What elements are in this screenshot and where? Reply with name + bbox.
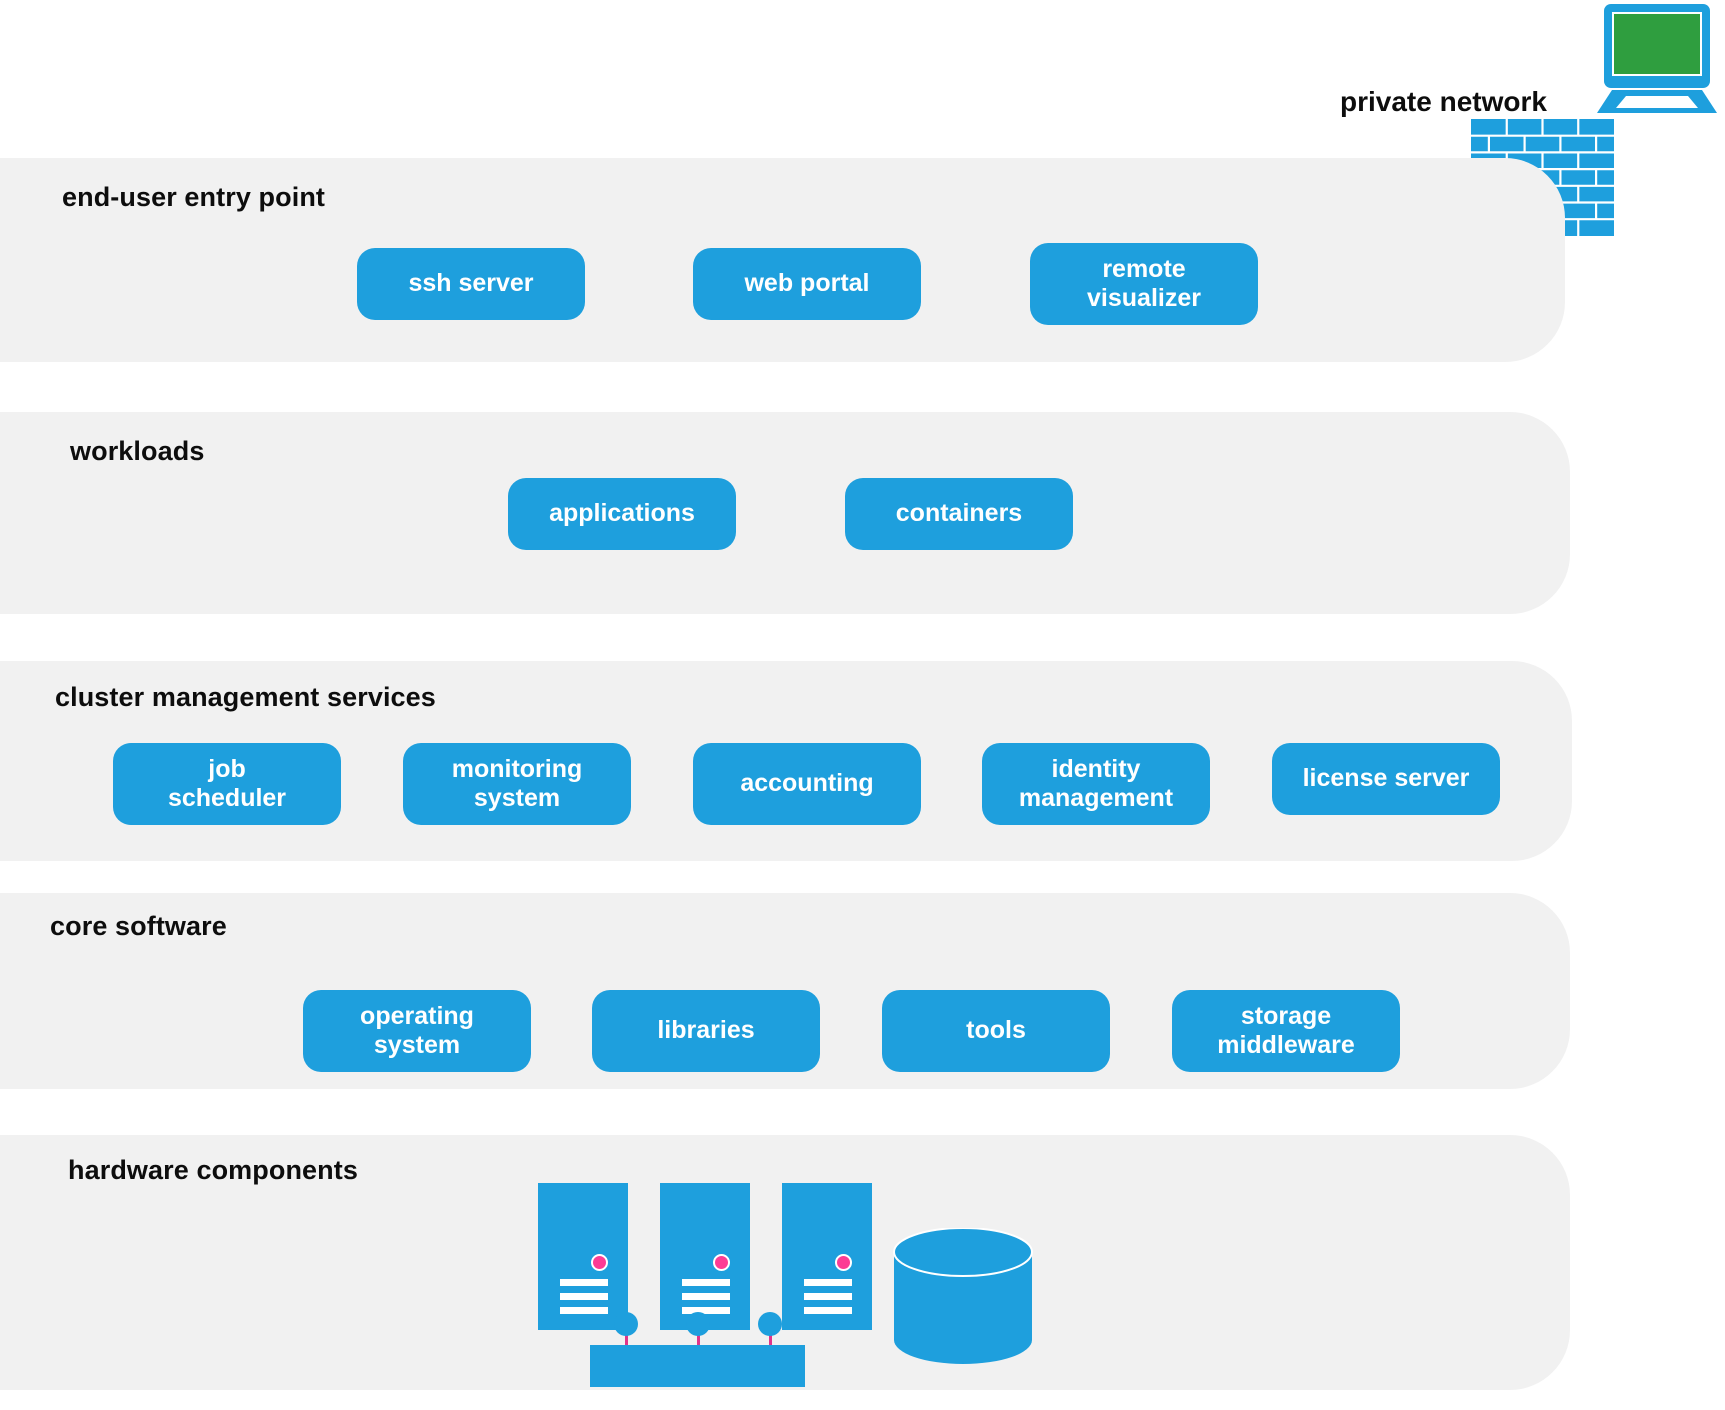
server-status-led-icon xyxy=(713,1254,730,1271)
layer-label-core-software: core software xyxy=(50,911,227,941)
node-operating-system-label-line2: system xyxy=(373,1031,461,1059)
node-identity-management-label-line2: management xyxy=(1018,784,1174,812)
server-vent-line xyxy=(804,1279,852,1286)
server-vent-line xyxy=(682,1307,730,1314)
server-vent-line xyxy=(804,1293,852,1300)
network-port-node xyxy=(686,1312,710,1336)
compute-server-icon xyxy=(660,1183,750,1330)
node-remote-visualizer-label-line2: visualizer xyxy=(1087,284,1201,312)
node-job-scheduler-label-line2: scheduler xyxy=(167,784,287,812)
node-monitoring-system[interactable]: monitoring system xyxy=(403,743,631,825)
node-web-portal-label: web portal xyxy=(744,269,870,298)
private-network-label: private network xyxy=(1340,86,1547,117)
server-vent-line xyxy=(682,1279,730,1286)
node-identity-management-label-line1: identity xyxy=(1051,754,1141,783)
layer-label-workloads: workloads xyxy=(70,436,205,466)
node-storage-middleware-label-line1: storage xyxy=(1240,1001,1332,1030)
node-tools-label: tools xyxy=(966,1016,1026,1045)
node-tools[interactable]: tools xyxy=(882,990,1110,1072)
node-operating-system[interactable]: operating system xyxy=(303,990,531,1072)
node-accounting[interactable]: accounting xyxy=(693,743,921,825)
server-vent-line xyxy=(682,1293,730,1300)
compute-server-icon xyxy=(782,1183,872,1330)
compute-server-icon xyxy=(538,1183,628,1330)
node-monitoring-system-label-line2: system xyxy=(473,784,561,812)
network-port-node xyxy=(758,1312,782,1336)
node-monitoring-system-label-line1: monitoring xyxy=(451,754,583,783)
node-remote-visualizer[interactable]: remote visualizer xyxy=(1030,243,1258,325)
node-accounting-label: accounting xyxy=(740,769,874,798)
node-storage-middleware-label-line2: middleware xyxy=(1217,1031,1355,1059)
node-applications-label: applications xyxy=(549,499,695,528)
server-vent-line xyxy=(804,1307,852,1314)
network-port-node xyxy=(614,1312,638,1336)
layer-label-cluster-management-services: cluster management services xyxy=(55,682,436,712)
node-license-server-label: license server xyxy=(1302,764,1470,793)
node-identity-management[interactable]: identity management xyxy=(982,743,1210,825)
node-job-scheduler-label-line1: job xyxy=(208,754,246,783)
server-vent-line xyxy=(560,1293,608,1300)
layer-band-workloads xyxy=(0,412,1570,614)
node-applications[interactable]: applications xyxy=(508,478,736,550)
layer-label-hardware-components: hardware components xyxy=(68,1155,358,1185)
node-libraries[interactable]: libraries xyxy=(592,990,820,1072)
node-job-scheduler[interactable]: job scheduler xyxy=(113,743,341,825)
node-remote-visualizer-label-line1: remote xyxy=(1102,254,1186,283)
storage-cylinder-icon xyxy=(892,1227,1034,1368)
server-status-led-icon xyxy=(591,1254,608,1271)
server-vent-line xyxy=(560,1279,608,1286)
node-storage-middleware[interactable]: storage middleware xyxy=(1172,990,1400,1072)
node-libraries-label: libraries xyxy=(657,1016,755,1045)
node-containers-label: containers xyxy=(895,499,1023,528)
laptop-icon xyxy=(1596,4,1718,116)
node-ssh-server[interactable]: ssh server xyxy=(357,248,585,320)
server-vent-line xyxy=(560,1307,608,1314)
node-license-server[interactable]: license server xyxy=(1272,743,1500,815)
network-switch-icon xyxy=(590,1345,805,1387)
node-operating-system-label-line1: operating xyxy=(360,1001,474,1030)
layer-label-end-user-entry-point: end-user entry point xyxy=(62,182,326,212)
node-web-portal[interactable]: web portal xyxy=(693,248,921,320)
node-ssh-server-label: ssh server xyxy=(408,269,534,298)
diagram-canvas: private network end-user entry point ssh… xyxy=(0,0,1725,1410)
node-containers[interactable]: containers xyxy=(845,478,1073,550)
server-status-led-icon xyxy=(835,1254,852,1271)
